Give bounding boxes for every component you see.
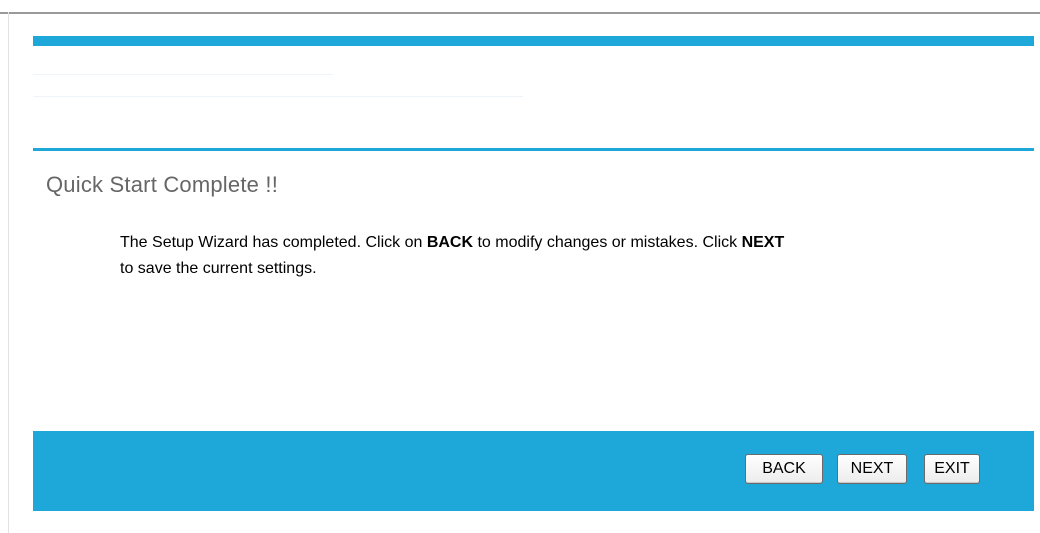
message-next-keyword: NEXT	[741, 234, 785, 251]
message-text: to modify changes or mistakes. Click	[473, 234, 742, 251]
message-text: The Setup Wizard has completed. Click on	[120, 234, 427, 251]
quick-start-complete-page: Quick Start Complete !! The Setup Wizard…	[0, 0, 1040, 533]
completion-message: The Setup Wizard has completed. Click on…	[120, 230, 1020, 282]
button-bar: BACK NEXT EXIT	[33, 431, 1034, 511]
message-back-keyword: BACK	[426, 234, 474, 251]
header-decoration-line	[33, 96, 523, 97]
header-blue-bar	[33, 36, 1034, 46]
title-divider	[33, 148, 1034, 151]
left-border	[8, 12, 9, 533]
exit-button[interactable]: EXIT	[924, 454, 980, 484]
back-button[interactable]: BACK	[745, 454, 823, 484]
next-button[interactable]: NEXT	[837, 454, 907, 484]
top-border	[0, 12, 1040, 14]
message-text: to save the current settings.	[120, 260, 317, 277]
page-title: Quick Start Complete !!	[46, 172, 279, 197]
header-decoration-line	[33, 74, 333, 75]
